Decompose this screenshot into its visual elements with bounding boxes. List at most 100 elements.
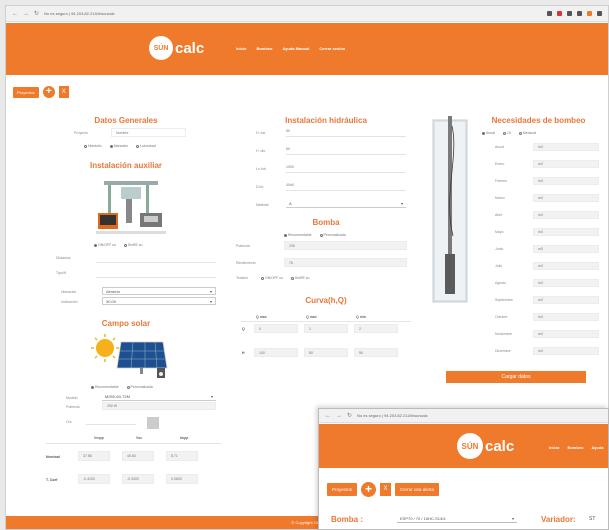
radio-anual[interactable]: Anual — [482, 131, 495, 135]
h-est-label: H. est. — [256, 131, 267, 135]
inclinacion-select[interactable]: 30.00 — [102, 297, 216, 305]
month-value-input[interactable]: m3 — [533, 194, 599, 202]
tcoef-impp[interactable]: 0.0600 — [166, 474, 198, 484]
radio-onoff[interactable]: ON/OFF cu — [94, 243, 116, 247]
radio-hidraulic[interactable]: Hidráulic — [84, 144, 102, 148]
add-project-button-2[interactable]: + — [361, 482, 377, 497]
radio-bomba-personalizada[interactable]: Personalizada — [319, 233, 346, 237]
h-est-input[interactable]: 50 — [286, 129, 406, 137]
d-int-input[interactable]: 40x8 — [286, 183, 406, 191]
bomba-potencia-field: 230 — [284, 241, 407, 250]
menu-item-cerrar-sesion[interactable]: Cerrar sesión — [319, 46, 345, 51]
month-value-input[interactable]: m3 — [533, 347, 599, 355]
proyectos-button[interactable]: Proyectos — [13, 86, 39, 98]
ubicacion-select[interactable]: Almería — [102, 287, 216, 295]
month-value-input[interactable]: m3 — [533, 330, 599, 338]
toolbar: Proyectos + X — [13, 86, 69, 98]
menu-item-inicio[interactable]: Inicio — [236, 46, 246, 51]
radio-sinre[interactable]: SinRE cu — [123, 243, 142, 247]
export-document-button[interactable]: X — [58, 86, 69, 98]
add-project-button[interactable]: + — [42, 86, 55, 98]
ln-tub-input[interactable]: 1000 — [286, 165, 406, 173]
radio-manual[interactable]: Manualm — [109, 144, 128, 148]
star-icon[interactable] — [547, 11, 552, 16]
curva-q-3[interactable]: 2 — [354, 324, 398, 333]
main-menu-2: Inicio Bombeo Ayuda — [549, 445, 604, 450]
curva-col-2: Q max — [306, 315, 317, 319]
cerrar-alerta-button[interactable]: Cerrar una alerta — [395, 483, 440, 496]
month-value-input[interactable]: m3 — [533, 262, 599, 270]
rendimiento-label: Rendimiento — [236, 261, 256, 265]
curva-row-h: H — [242, 351, 245, 355]
forward-icon[interactable]: → — [336, 413, 342, 419]
radio-bomba-recomendable[interactable]: Recomendable — [284, 233, 312, 237]
necesidades-title: Necesidades de bombeo — [491, 116, 586, 125]
menu2-item-inicio[interactable]: Inicio — [549, 445, 559, 450]
menu2-item-bombeo[interactable]: Bombeo — [567, 445, 583, 450]
nominal-voc[interactable]: 46.84 — [122, 451, 154, 461]
solar-panel-illustration — [91, 334, 168, 378]
suncalc-logo-2[interactable]: SÚN calc — [457, 433, 514, 459]
curva-divider — [241, 321, 411, 322]
h-din-input[interactable]: 60 — [286, 147, 406, 155]
campo-solar-radios: Recomendable Personalizada — [91, 385, 153, 389]
modelo-select[interactable]: M250-60-72M — [102, 393, 216, 401]
month-value-input[interactable]: m3 — [533, 143, 599, 151]
radio-tension-onoff[interactable]: ON/OFF cu — [261, 276, 283, 280]
proyectos-button-2[interactable]: Proyectos — [327, 483, 358, 496]
month-value-input[interactable]: m3 — [533, 160, 599, 168]
nominal-vmpp[interactable]: 37.86 — [78, 451, 110, 461]
radio-loturobad[interactable]: Loturobad — [136, 144, 156, 148]
export-document-button-2[interactable]: X — [380, 483, 392, 496]
month-value-input[interactable]: m3 — [533, 279, 599, 287]
extension-icon[interactable] — [557, 11, 562, 16]
radio-recomendable[interactable]: Recomendable — [91, 385, 119, 389]
extension-icon[interactable] — [567, 11, 572, 16]
curva-q-1[interactable]: 0 — [254, 324, 298, 333]
forward-icon[interactable]: → — [23, 11, 29, 17]
logo-circle-2: SÚN — [457, 433, 483, 459]
tension-label: Tensión — [236, 276, 249, 280]
distancia-input[interactable] — [96, 262, 216, 263]
menu-item-bombeo[interactable]: Bombeo — [256, 46, 272, 51]
reload-icon[interactable]: ↻ — [347, 412, 352, 419]
month-value-input[interactable]: m3 — [533, 177, 599, 185]
reload-icon[interactable]: ↻ — [34, 10, 39, 17]
back-icon[interactable]: ← — [12, 11, 18, 17]
month-value-input[interactable]: m3 — [533, 228, 599, 236]
tipo-input[interactable] — [96, 277, 216, 278]
proyecto-input[interactable]: Nombre — [111, 128, 186, 137]
month-label: Enero — [495, 162, 505, 166]
bomba-summary-select[interactable]: ESP70 / 70 / 15HC-S13/4 — [397, 515, 517, 523]
curva-h-2[interactable]: 80 — [304, 348, 348, 357]
tcoef-voc[interactable]: -0.3300 — [122, 474, 154, 484]
instalacion-hidraulica-title: Instalación hidráulica — [285, 116, 367, 125]
month-value-input[interactable]: m3 — [533, 313, 599, 321]
suncalc-logo[interactable]: SÚN calc — [149, 36, 204, 60]
cantidad-spinner[interactable] — [147, 417, 159, 429]
extension-icon[interactable] — [577, 11, 582, 16]
menu-dots-icon[interactable] — [597, 11, 602, 16]
nominal-impp[interactable]: 8.71 — [166, 451, 198, 461]
cargar-datos-button[interactable]: Cargar datos — [446, 371, 586, 383]
month-value-input[interactable]: m3 — [533, 245, 599, 253]
tcoef-vmpp[interactable]: -0.4100 — [78, 474, 110, 484]
month-value-input[interactable]: m3 — [533, 211, 599, 219]
curva-h-3[interactable]: 50 — [354, 348, 398, 357]
address-bar-2[interactable]: No es seguro | 94.203.82.214/#/suncalc — [357, 413, 602, 418]
material-select[interactable]: A — [286, 200, 406, 208]
cantidad-input[interactable] — [86, 424, 136, 425]
month-value-input[interactable]: m3 — [533, 296, 599, 304]
month-label: Noviembre — [495, 332, 512, 336]
back-icon[interactable]: ← — [325, 413, 331, 419]
profile-icon[interactable] — [587, 11, 592, 16]
menu-item-ayuda[interactable]: Ayuda Manual — [282, 46, 309, 51]
radio-10[interactable]: 10 — [502, 131, 511, 135]
radio-tension-sinre[interactable]: SinRE cu — [290, 276, 309, 280]
address-bar[interactable]: No es seguro | 94.203.82.214/#/suncalc — [44, 11, 542, 16]
curva-q-2[interactable]: 1 — [304, 324, 348, 333]
radio-mensual[interactable]: Mensual — [518, 131, 536, 135]
curva-h-1[interactable]: 100 — [254, 348, 298, 357]
radio-personalizada[interactable]: Personalizada — [126, 385, 153, 389]
menu2-item-ayuda[interactable]: Ayuda — [591, 445, 603, 450]
